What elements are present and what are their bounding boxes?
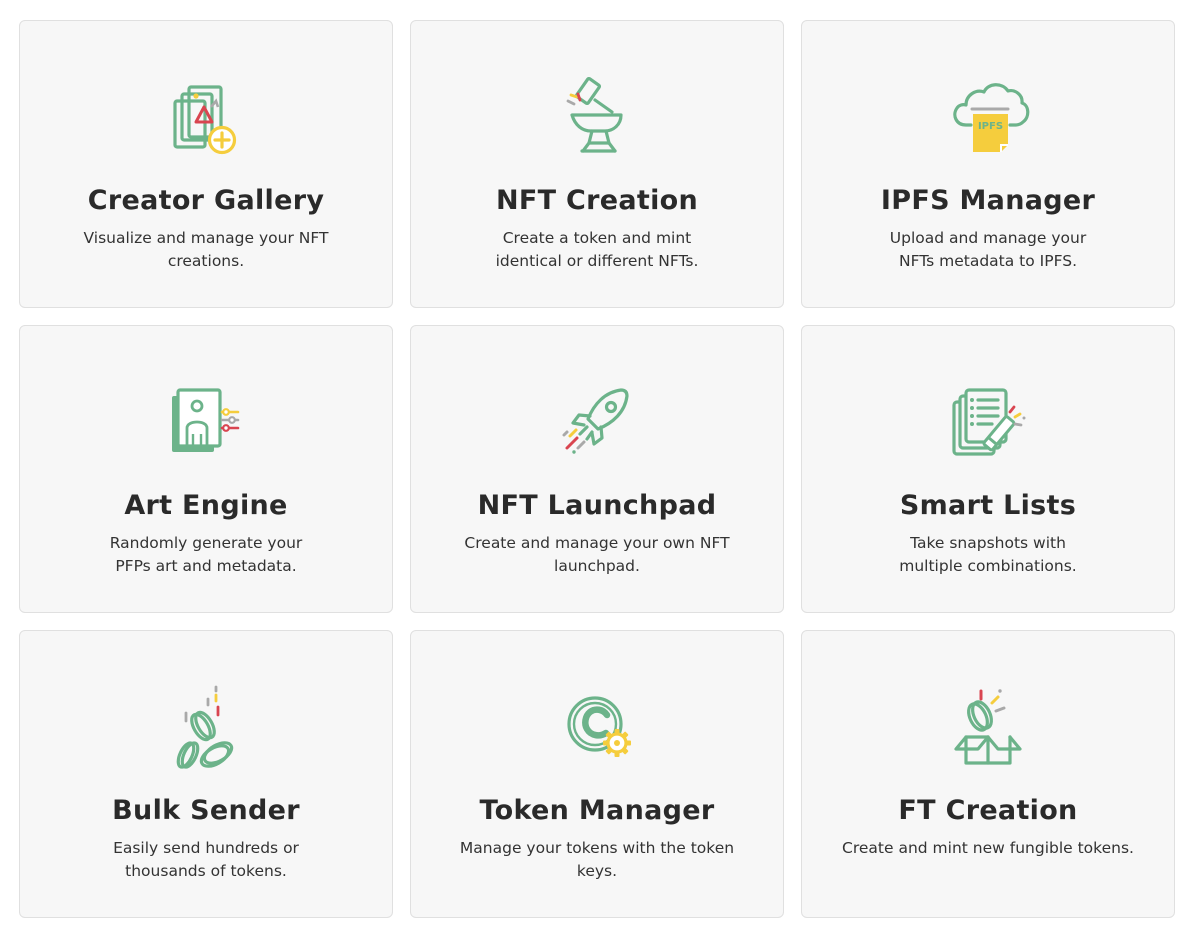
card-title: Art Engine — [124, 490, 288, 521]
card-title: NFT Launchpad — [477, 490, 717, 521]
gallery-add-icon — [173, 85, 237, 155]
anvil-hammer-icon — [566, 76, 623, 153]
card-description: Upload and manage your NFTs metadata to … — [889, 229, 1087, 270]
rocket-icon — [562, 388, 629, 454]
card-description: Visualize and manage your NFT creations. — [83, 229, 329, 270]
card-ft-creation[interactable]: FT Creation Create and mint new fungible… — [801, 630, 1175, 918]
card-title: Token Manager — [479, 795, 715, 826]
card-title: Creator Gallery — [87, 185, 325, 216]
card-description: Easily send hundreds or thousands of tok… — [113, 839, 299, 880]
card-title: FT Creation — [898, 795, 1078, 826]
card-nft-creation[interactable]: NFT Creation Create a token and mint ide… — [410, 20, 784, 308]
card-title: NFT Creation — [495, 185, 699, 216]
card-nft-launchpad[interactable]: NFT Launchpad Create and manage your own… — [410, 325, 784, 613]
card-bulk-sender[interactable]: Bulk Sender Easily send hundreds or thou… — [19, 630, 393, 918]
ipfs-cloud-icon: IPFS — [953, 83, 1030, 152]
coins-icon — [176, 685, 234, 769]
token-gear-icon — [567, 696, 631, 757]
card-title: Bulk Sender — [112, 795, 300, 826]
coin-box-icon — [954, 689, 1022, 765]
card-description: Create a token and mint identical or dif… — [495, 229, 699, 270]
card-title: IPFS Manager — [880, 185, 1096, 216]
list-pencil-icon — [952, 388, 1026, 456]
card-creator-gallery[interactable]: Creator Gallery Visualize and manage you… — [19, 20, 393, 308]
card-smart-lists[interactable]: Smart Lists Take snapshots with multiple… — [801, 325, 1175, 613]
card-description: Create and manage your own NFT launchpad… — [464, 534, 730, 575]
card-title: Smart Lists — [899, 490, 1077, 521]
svg-text:IPFS: IPFS — [978, 121, 1003, 132]
card-description: Take snapshots with multiple combination… — [899, 534, 1077, 575]
card-description: Randomly generate your PFPs art and meta… — [109, 534, 303, 575]
card-art-engine[interactable]: Art Engine Randomly generate your PFPs a… — [19, 325, 393, 613]
tools-grid: Creator Gallery Visualize and manage you… — [19, 20, 1175, 918]
profile-sliders-icon — [172, 388, 240, 452]
card-token-manager[interactable]: Token Manager Manage your tokens with th… — [410, 630, 784, 918]
card-description: Manage your tokens with the token keys. — [459, 839, 735, 880]
card-ipfs-manager[interactable]: IPFS IPFS Manager Upload and manage your… — [801, 20, 1175, 308]
card-description: Create and mint new fungible tokens. — [842, 839, 1134, 857]
